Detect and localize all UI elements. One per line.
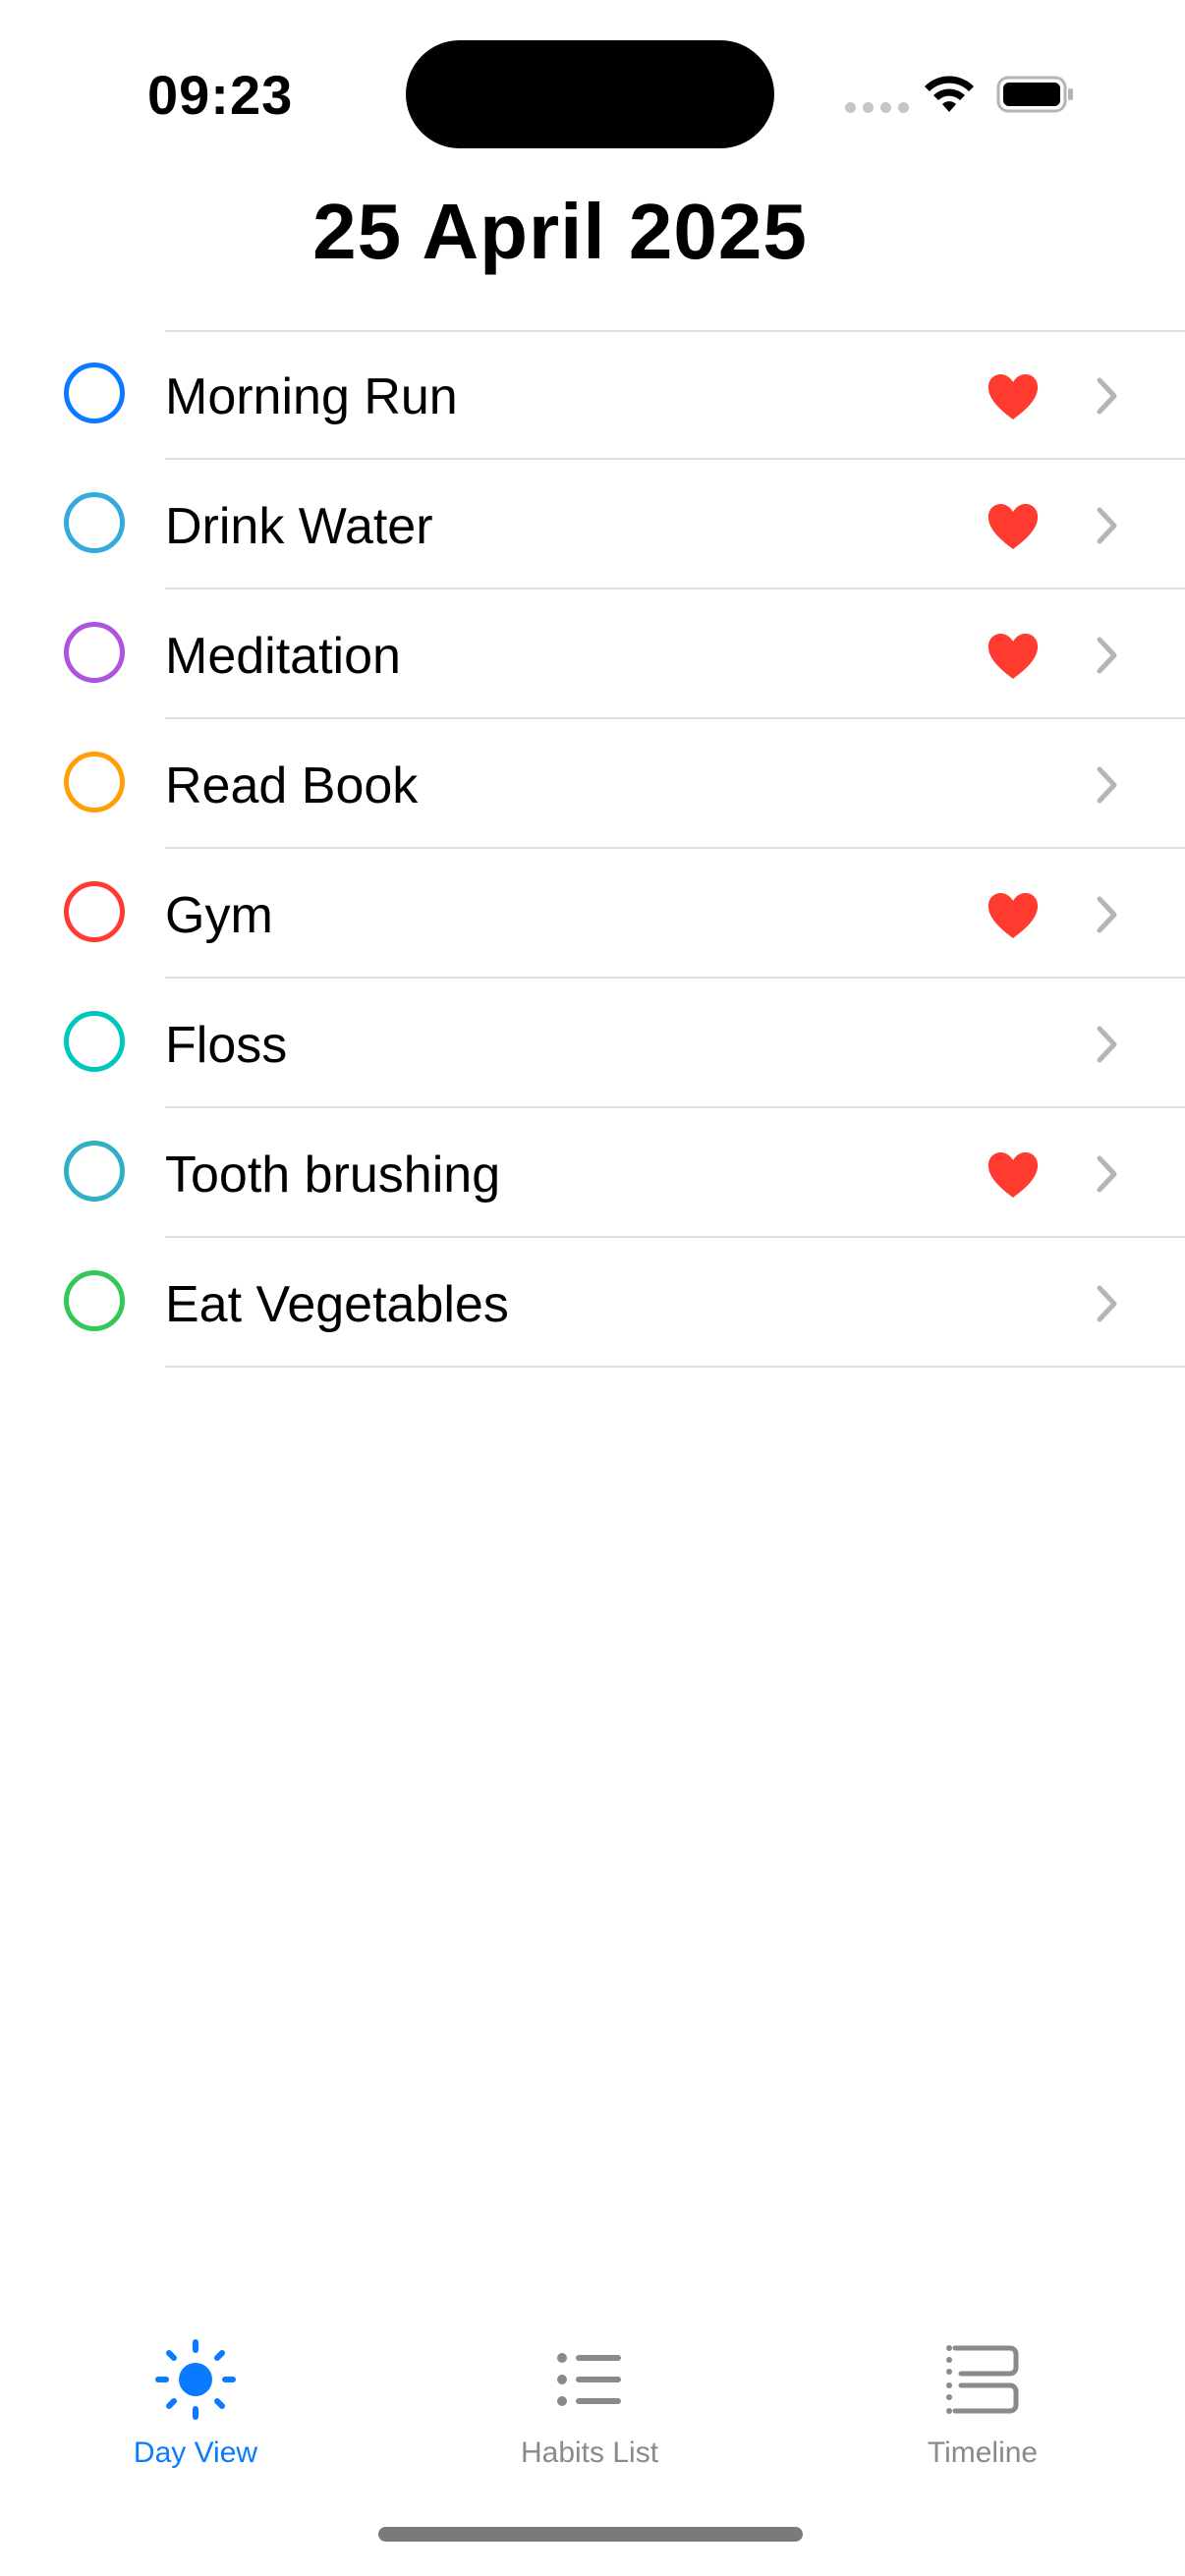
habit-name: Floss bbox=[165, 1017, 288, 1074]
tab-day-view[interactable]: Day View bbox=[48, 2328, 343, 2476]
habit-checkbox[interactable] bbox=[64, 363, 125, 423]
habit-name: Meditation bbox=[165, 628, 401, 685]
tab-timeline[interactable]: Timeline bbox=[835, 2328, 1130, 2476]
home-indicator bbox=[378, 2527, 803, 2542]
sun-icon bbox=[155, 2339, 236, 2420]
habit-row[interactable]: Tooth brushing bbox=[0, 1108, 1185, 1238]
chevron-right-icon bbox=[1097, 1285, 1117, 1322]
habit-row[interactable]: Floss bbox=[0, 979, 1185, 1108]
habit-row[interactable]: Gym bbox=[0, 849, 1185, 979]
list-icon bbox=[557, 2353, 621, 2406]
chevron-right-icon bbox=[1097, 766, 1117, 804]
tab-label: Habits List bbox=[520, 2436, 659, 2469]
heart-icon bbox=[988, 893, 1039, 938]
tab-label: Day View bbox=[133, 2436, 258, 2469]
chevron-right-icon bbox=[1097, 896, 1117, 933]
habit-name: Eat Vegetables bbox=[165, 1276, 509, 1333]
habit-checkbox[interactable] bbox=[64, 1011, 125, 1072]
chevron-right-icon bbox=[1097, 377, 1117, 415]
habit-checkbox[interactable] bbox=[64, 492, 125, 553]
heart-icon bbox=[988, 504, 1039, 549]
tab-label: Timeline bbox=[927, 2436, 1039, 2469]
cellular-signal-icon bbox=[845, 102, 909, 113]
habit-row[interactable]: Meditation bbox=[0, 589, 1185, 719]
habit-checkbox[interactable] bbox=[64, 1270, 125, 1331]
habit-name: Gym bbox=[165, 887, 273, 944]
chevron-right-icon bbox=[1097, 637, 1117, 674]
chevron-right-icon bbox=[1097, 507, 1117, 544]
timeline-icon bbox=[946, 2345, 1019, 2414]
habit-row[interactable]: Morning Run bbox=[0, 330, 1185, 460]
chevron-right-icon bbox=[1097, 1155, 1117, 1193]
habit-list: Morning Run Drink Water Meditation Read Boo… bbox=[0, 330, 1185, 1368]
tab-bar: Day View Habits List Timeline bbox=[0, 2328, 1185, 2476]
habit-name: Drink Water bbox=[165, 498, 433, 555]
tab-habits-list[interactable]: Habits List bbox=[442, 2328, 737, 2476]
habit-name: Morning Run bbox=[165, 368, 458, 425]
habit-row[interactable]: Drink Water bbox=[0, 460, 1185, 589]
habit-name: Tooth brushing bbox=[165, 1147, 501, 1204]
wifi-icon bbox=[925, 76, 974, 112]
habit-checkbox[interactable] bbox=[64, 1141, 125, 1202]
dynamic-island bbox=[406, 40, 774, 148]
chevron-right-icon bbox=[1097, 1026, 1117, 1063]
heart-icon bbox=[988, 374, 1039, 420]
heart-icon bbox=[988, 634, 1039, 679]
heart-icon bbox=[988, 1152, 1039, 1198]
habit-row[interactable]: Read Book bbox=[0, 719, 1185, 849]
habit-checkbox[interactable] bbox=[64, 752, 125, 812]
status-time: 09:23 bbox=[147, 64, 294, 126]
page-title: 25 April 2025 bbox=[312, 188, 808, 275]
habit-checkbox[interactable] bbox=[64, 881, 125, 942]
habit-checkbox[interactable] bbox=[64, 622, 125, 683]
battery-icon bbox=[996, 76, 1073, 113]
habit-row[interactable]: Eat Vegetables bbox=[0, 1238, 1185, 1368]
habit-name: Read Book bbox=[165, 757, 419, 814]
